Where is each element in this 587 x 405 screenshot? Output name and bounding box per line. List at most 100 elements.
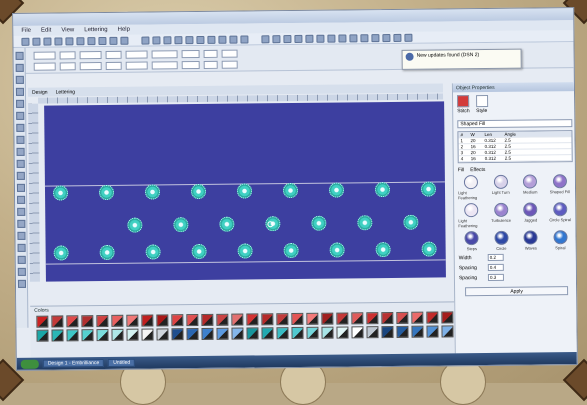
- taskbar-item[interactable]: Design 1 - Embrilliance: [42, 359, 105, 368]
- tool-icon[interactable]: [15, 75, 24, 84]
- color-chip[interactable]: [186, 314, 199, 327]
- color-chip[interactable]: [171, 314, 184, 327]
- toolbar-button[interactable]: [163, 35, 172, 44]
- color-chip[interactable]: [216, 313, 229, 326]
- update-notification[interactable]: New updates found (DSN 2): [401, 48, 522, 70]
- toolbar-button[interactable]: [272, 34, 281, 43]
- table-row[interactable]: 4 16 0.312 2.5: [458, 155, 572, 163]
- prop-input[interactable]: [33, 50, 56, 60]
- color-chip[interactable]: [111, 314, 124, 327]
- color-chip[interactable]: [141, 328, 154, 341]
- prop-input[interactable]: [79, 61, 102, 70]
- style-tool-icon[interactable]: [475, 94, 488, 108]
- embroidery-motif[interactable]: [237, 243, 253, 259]
- tool-icon[interactable]: [17, 231, 26, 240]
- fill-swatch[interactable]: Spiral: [547, 230, 574, 250]
- color-chip[interactable]: [336, 326, 349, 339]
- color-chip[interactable]: [246, 313, 259, 326]
- toolbar-button[interactable]: [349, 33, 358, 42]
- color-chip[interactable]: [81, 315, 94, 328]
- embroidery-motif[interactable]: [99, 244, 115, 261]
- menu-lettering[interactable]: Lettering: [84, 27, 107, 33]
- prop-input[interactable]: [151, 49, 178, 58]
- taskbar-item[interactable]: Untitled: [108, 358, 136, 367]
- tab-design[interactable]: Design: [32, 89, 48, 95]
- fill-swatch[interactable]: Circle: [488, 230, 515, 251]
- prop-input[interactable]: [221, 60, 238, 69]
- prop-input[interactable]: [59, 50, 76, 59]
- fill-swatch[interactable]: Steps: [458, 231, 485, 251]
- toolbar-button[interactable]: [371, 33, 380, 42]
- fill-swatch[interactable]: Waves: [517, 230, 544, 251]
- color-chip[interactable]: [201, 313, 214, 326]
- tool-icon[interactable]: [16, 123, 25, 132]
- color-chip[interactable]: [291, 312, 304, 326]
- toolbar-button[interactable]: [32, 37, 41, 46]
- toolbar-button[interactable]: [404, 33, 413, 42]
- color-chip[interactable]: [186, 328, 199, 341]
- tool-icon[interactable]: [17, 279, 27, 288]
- toolbar-button[interactable]: [109, 36, 118, 45]
- menu-view[interactable]: View: [61, 27, 74, 33]
- menu-edit[interactable]: Edit: [41, 28, 51, 34]
- embroidery-motif[interactable]: [53, 245, 69, 261]
- toolbar-button[interactable]: [316, 34, 325, 43]
- color-chip[interactable]: [261, 313, 274, 326]
- tab-lettering[interactable]: Lettering: [56, 89, 76, 95]
- toolbar-button[interactable]: [141, 36, 150, 45]
- menu-file[interactable]: File: [21, 28, 31, 34]
- embroidery-motif[interactable]: [374, 182, 391, 198]
- tool-icon[interactable]: [16, 183, 26, 192]
- prop-input[interactable]: [151, 60, 178, 69]
- embroidery-motif[interactable]: [403, 214, 419, 230]
- embroidery-motif[interactable]: [191, 243, 207, 260]
- fill-swatch[interactable]: Light Feathering: [458, 203, 485, 228]
- tool-icon[interactable]: [16, 147, 25, 156]
- color-chip[interactable]: [426, 311, 439, 324]
- field-input[interactable]: 0.2: [487, 253, 504, 261]
- color-chip[interactable]: [126, 328, 139, 341]
- color-chip[interactable]: [231, 313, 244, 326]
- color-chip[interactable]: [96, 314, 109, 328]
- field-input[interactable]: 0.3: [487, 273, 504, 281]
- toolbar-button[interactable]: [98, 36, 107, 45]
- toolbar-button[interactable]: [54, 36, 63, 46]
- tool-icon[interactable]: [16, 111, 25, 120]
- color-chip[interactable]: [36, 315, 49, 328]
- color-chip[interactable]: [51, 315, 64, 328]
- color-chip[interactable]: [411, 325, 424, 338]
- tool-icon[interactable]: [16, 135, 25, 144]
- embroidery-motif[interactable]: [52, 185, 69, 201]
- color-chip[interactable]: [96, 328, 109, 342]
- fill-swatch[interactable]: Medium: [517, 174, 544, 199]
- color-chip[interactable]: [321, 326, 334, 339]
- tool-icon[interactable]: [17, 207, 26, 216]
- color-chip[interactable]: [306, 312, 319, 325]
- tool-icon[interactable]: [17, 255, 26, 264]
- color-chip[interactable]: [126, 314, 139, 327]
- embroidery-motif[interactable]: [144, 184, 161, 200]
- toolbar-button[interactable]: [87, 36, 96, 45]
- prop-input[interactable]: [59, 61, 76, 70]
- color-chip[interactable]: [351, 312, 364, 325]
- fill-swatch[interactable]: Shaped Fill: [546, 174, 573, 199]
- toolbar-button[interactable]: [393, 33, 402, 42]
- design-canvas[interactable]: [44, 101, 446, 282]
- prop-input[interactable]: [105, 61, 122, 70]
- color-chip[interactable]: [201, 327, 214, 340]
- tool-icon[interactable]: [17, 243, 26, 252]
- toolbar-button[interactable]: [229, 35, 238, 44]
- tool-icon[interactable]: [16, 159, 25, 168]
- fill-swatch[interactable]: Light Feathering: [458, 175, 485, 200]
- color-chip[interactable]: [81, 329, 94, 342]
- color-chip[interactable]: [276, 327, 289, 340]
- prop-input[interactable]: [203, 60, 218, 69]
- toolbar-button[interactable]: [283, 34, 292, 43]
- color-chip[interactable]: [261, 327, 274, 340]
- color-chip[interactable]: [336, 312, 349, 325]
- color-chip[interactable]: [231, 327, 244, 340]
- tab-fill[interactable]: Fill: [458, 167, 464, 173]
- toolbar-button[interactable]: [43, 37, 52, 46]
- color-chip[interactable]: [111, 328, 124, 341]
- fill-swatch[interactable]: Light Turn: [487, 174, 514, 200]
